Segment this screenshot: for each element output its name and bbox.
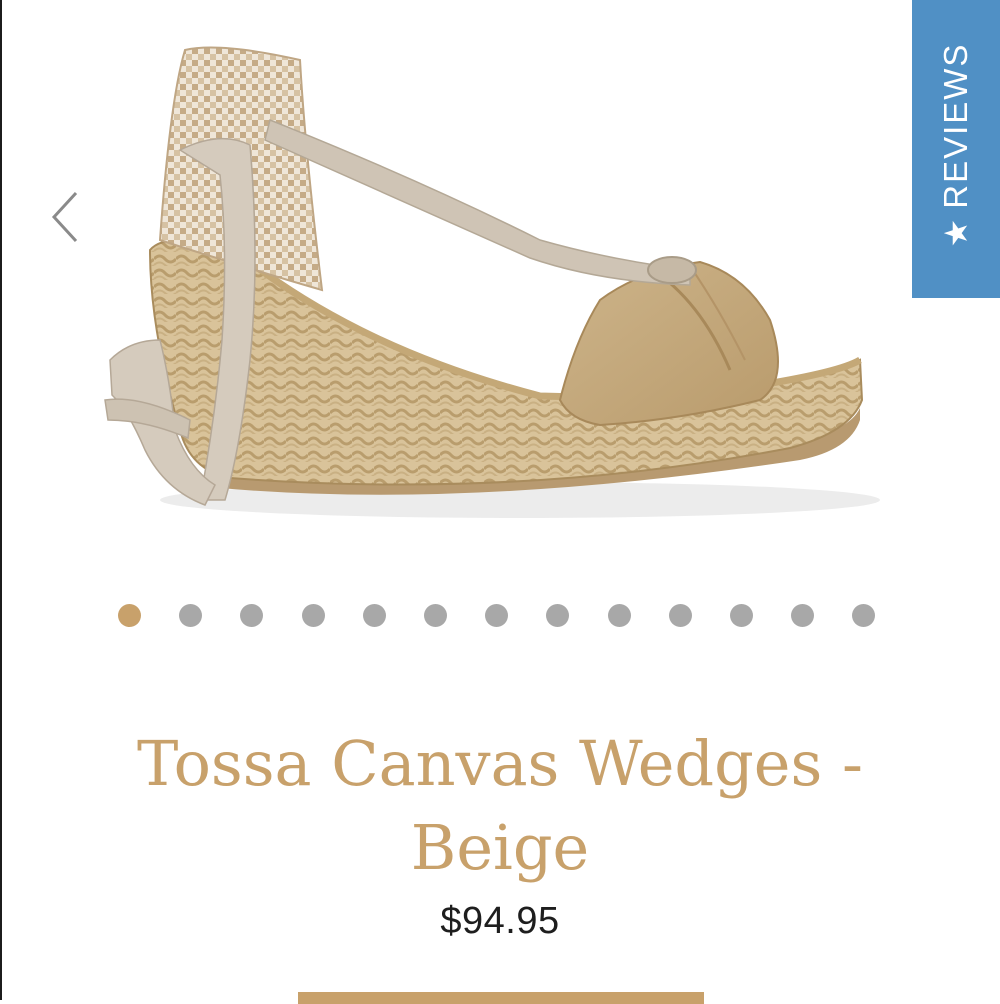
primary-action-button[interactable] <box>298 992 704 1004</box>
carousel-dot[interactable] <box>485 604 509 627</box>
carousel-dot[interactable] <box>852 604 876 627</box>
carousel-dot[interactable] <box>362 604 386 627</box>
product-price: $94.95 <box>440 900 560 942</box>
carousel-dot[interactable] <box>240 604 264 627</box>
carousel-dot[interactable] <box>607 604 631 627</box>
carousel-dot[interactable] <box>424 604 447 627</box>
product-title: Tossa Canvas Wedges - Beige <box>137 727 863 884</box>
brand-stamp: CATA <box>328 276 405 322</box>
carousel-dot[interactable] <box>791 604 815 627</box>
reviews-label: REVIEWS <box>937 42 974 209</box>
carousel-dot[interactable] <box>546 604 570 627</box>
product-image: CATA <box>104 46 880 518</box>
carousel-dot[interactable] <box>730 604 753 627</box>
carousel-dot[interactable] <box>668 604 692 627</box>
reviews-tab[interactable]: ★ REVIEWS <box>912 0 1000 298</box>
carousel-dot[interactable] <box>301 604 325 627</box>
carousel-prev-button[interactable] <box>40 185 90 249</box>
carousel-dot[interactable] <box>118 604 141 627</box>
star-icon: ★ <box>937 218 975 248</box>
chevron-left-icon <box>51 191 78 243</box>
carousel-dot[interactable] <box>179 604 203 627</box>
carousel-dots <box>118 604 893 628</box>
